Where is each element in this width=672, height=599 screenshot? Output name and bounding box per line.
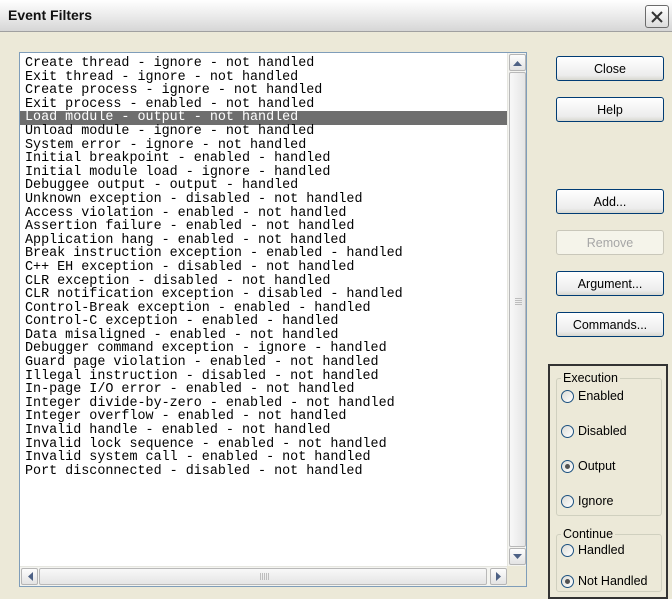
add-button[interactable]: Add... <box>556 189 664 214</box>
event-list-item[interactable]: Unload module - ignore - not handled <box>20 125 508 139</box>
event-list-item[interactable]: Access violation - enabled - not handled <box>20 206 508 221</box>
event-list-item[interactable]: Initial module load - ignore - handled <box>20 166 508 180</box>
event-list-item[interactable]: Illegal instruction - disabled - not han… <box>20 370 508 384</box>
event-list-item[interactable]: Exit thread - ignore - not handled <box>20 70 508 85</box>
scroll-up-button[interactable] <box>509 54 526 71</box>
event-list-item[interactable]: Data misaligned - enabled - not handled <box>20 329 508 343</box>
horizontal-scrollbar[interactable] <box>20 566 508 586</box>
scrollbar-corner <box>507 566 526 586</box>
event-list-item[interactable]: C++ EH exception - disabled - not handle… <box>20 261 508 275</box>
execution-option-label: Output <box>578 459 616 473</box>
close-button[interactable]: Close <box>556 56 664 81</box>
event-list-item[interactable]: CLR exception - disabled - not handled <box>20 274 508 289</box>
radio-button-icon[interactable] <box>561 459 574 473</box>
commands-button[interactable]: Commands... <box>556 312 664 337</box>
event-list-item[interactable]: Guard page violation - enabled - not han… <box>20 356 508 370</box>
scroll-right-button[interactable] <box>490 568 507 585</box>
event-list-item[interactable]: Initial breakpoint - enabled - handled <box>20 152 508 166</box>
remove-button[interactable]: Remove <box>556 230 664 255</box>
event-list-item[interactable]: Invalid handle - enabled - not handled <box>20 424 508 438</box>
radio-button-icon[interactable] <box>561 424 574 438</box>
event-list-item[interactable]: Unknown exception - disabled - not handl… <box>20 193 508 207</box>
event-list-item[interactable]: Application hang - enabled - not handled <box>20 234 508 248</box>
continue-option-label: Not Handled <box>578 574 648 588</box>
event-list-item[interactable]: Port disconnected - disabled - not handl… <box>20 465 508 479</box>
execution-option-label: Disabled <box>578 424 627 438</box>
close-icon <box>651 10 663 23</box>
event-list-item[interactable]: Invalid system call - enabled - not hand… <box>20 451 508 465</box>
event-list-item[interactable]: In-page I/O error - enabled - not handle… <box>20 383 508 397</box>
grip-icon <box>515 298 522 306</box>
event-list-item[interactable]: Control-Break exception - enabled - hand… <box>20 302 508 316</box>
event-list-item[interactable]: Debugger command exception - ignore - ha… <box>20 342 508 356</box>
radio-button-icon[interactable] <box>561 543 574 557</box>
help-button[interactable]: Help <box>556 97 664 122</box>
event-list-item[interactable]: Control-C exception - enabled - handled <box>20 315 508 329</box>
radio-button-icon[interactable] <box>561 574 574 588</box>
event-list-item[interactable]: Load module - output - not handled <box>20 111 508 125</box>
execution-radio-enabled[interactable]: Enabled <box>561 389 624 403</box>
arrow-up-icon <box>513 60 522 66</box>
execution-option-label: Enabled <box>578 389 624 403</box>
execution-group: Execution Enabled Disabled Output Ignore <box>556 371 662 516</box>
event-list-item[interactable]: Exit process - enabled - not handled <box>20 98 508 112</box>
continue-group-title: Continue <box>561 527 616 541</box>
vertical-scroll-thumb[interactable] <box>509 72 526 547</box>
execution-radio-disabled[interactable]: Disabled <box>561 424 627 438</box>
arrow-right-icon <box>495 572 501 581</box>
event-list-item[interactable]: System error - ignore - not handled <box>20 138 508 153</box>
event-filters-dialog: Event Filters Create thread - ignore - n… <box>0 0 672 599</box>
continue-radio-not-handled[interactable]: Not Handled <box>561 574 648 588</box>
event-list-item[interactable]: Integer overflow - enabled - not handled <box>20 410 508 424</box>
horizontal-scroll-thumb[interactable] <box>39 568 487 585</box>
vertical-scrollbar[interactable] <box>507 53 526 566</box>
arrow-left-icon <box>27 572 33 581</box>
event-list[interactable]: Create thread - ignore - not handled Exit… <box>19 52 527 587</box>
continue-radio-handled[interactable]: Handled <box>561 543 625 557</box>
grip-icon <box>260 573 269 580</box>
event-list-item[interactable]: CLR notification exception - disabled - … <box>20 288 508 302</box>
event-list-item[interactable]: Debuggee output - output - handled <box>20 179 508 193</box>
execution-radio-ignore[interactable]: Ignore <box>561 494 613 508</box>
arrow-down-icon <box>513 553 522 559</box>
event-list-item[interactable]: Invalid lock sequence - enabled - not ha… <box>20 438 508 452</box>
argument-button[interactable]: Argument... <box>556 271 664 296</box>
close-window-button[interactable] <box>645 5 669 28</box>
execution-group-title: Execution <box>561 371 620 385</box>
event-list-item[interactable]: Create thread - ignore - not handled <box>20 57 508 71</box>
execution-radio-output[interactable]: Output <box>561 459 616 473</box>
event-list-item[interactable]: Create process - ignore - not handled <box>20 84 508 98</box>
options-panel: Execution Enabled Disabled Output Ignore Co… <box>548 364 668 599</box>
radio-button-icon[interactable] <box>561 494 574 508</box>
event-list-item[interactable]: Assertion failure - enabled - not handle… <box>20 220 508 234</box>
event-list-items: Create thread - ignore - not handled Exit… <box>20 53 508 566</box>
radio-button-icon[interactable] <box>561 389 574 403</box>
dialog-title: Event Filters <box>8 7 93 23</box>
scroll-down-button[interactable] <box>509 548 526 565</box>
title-bar[interactable]: Event Filters <box>0 0 672 32</box>
event-list-item[interactable]: Integer divide-by-zero - enabled - not h… <box>20 397 508 411</box>
event-list-item[interactable]: Break instruction exception - enabled - … <box>20 247 508 261</box>
scroll-left-button[interactable] <box>21 568 38 585</box>
execution-option-label: Ignore <box>578 494 614 508</box>
continue-option-label: Handled <box>578 543 625 557</box>
continue-group: Continue Handled Not Handled <box>556 527 662 592</box>
